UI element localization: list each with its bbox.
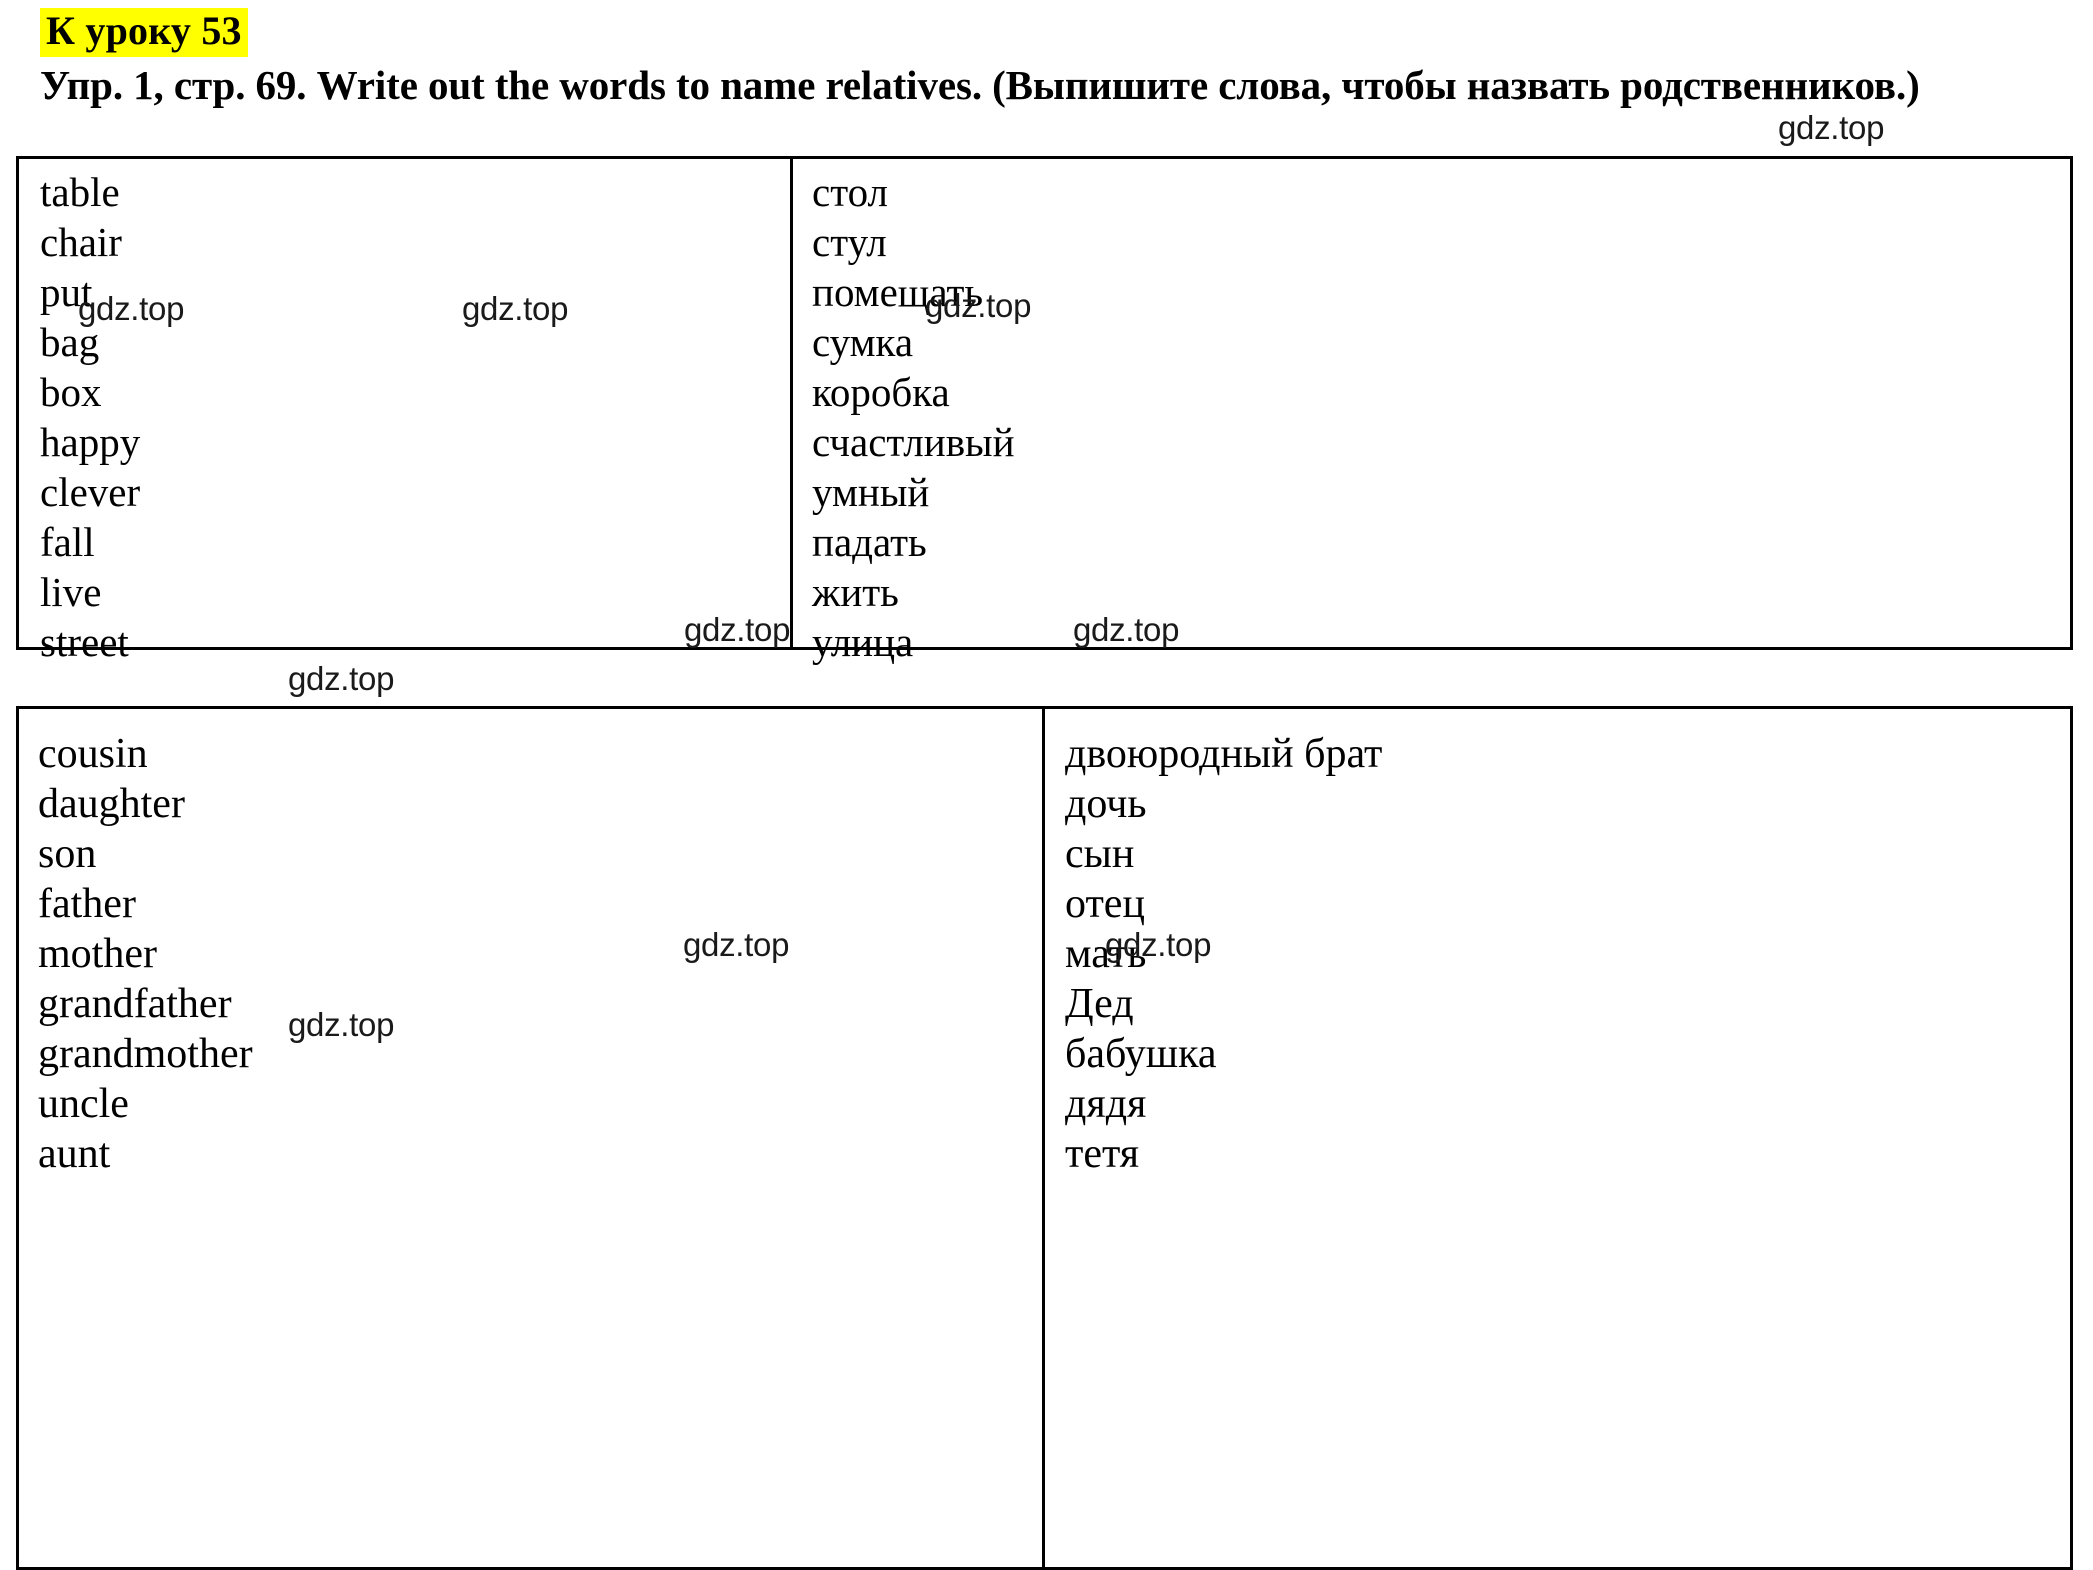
word-russian: стул — [812, 219, 887, 265]
watermark: gdz.top — [683, 926, 790, 963]
watermark: gdz.top — [1073, 611, 1180, 648]
word-english: uncle — [38, 1081, 129, 1127]
word-russian: дочь — [1065, 781, 1147, 827]
word-russian: улица — [812, 619, 914, 665]
word-russian: сумка — [812, 319, 914, 365]
word-english: happy — [40, 419, 141, 465]
word-russian: сын — [1065, 831, 1135, 877]
watermark: gdz.top — [288, 660, 395, 697]
word-english: cousin — [38, 731, 148, 777]
word-english: grandmother — [38, 1031, 253, 1077]
word-english: mother — [38, 931, 157, 977]
table-2-russian-column: двоюродный брат дочь сын отец мать Дед бабушка… — [1045, 709, 2070, 1567]
lesson-badge: К уроку 53 — [40, 8, 248, 57]
word-english: aunt — [38, 1131, 111, 1177]
page-title: Упр. 1, стр. 69. Write out the words to … — [40, 61, 1920, 108]
watermark: gdz.top — [288, 1006, 395, 1043]
watermark: gdz.top — [1105, 926, 1212, 963]
word-russian: падать — [812, 519, 927, 565]
word-english: grandfather — [38, 981, 232, 1027]
watermark: gdz.top — [1778, 109, 1885, 146]
word-russian: бабушка — [1065, 1031, 1217, 1077]
word-russian: жить — [812, 569, 899, 615]
word-english: father — [38, 881, 136, 927]
word-russian: умный — [812, 469, 930, 515]
word-english: fall — [40, 519, 95, 565]
word-english: chair — [40, 219, 122, 265]
word-english: live — [40, 569, 102, 615]
page-header: К уроку 53 Упр. 1, стр. 69. Write out th… — [40, 8, 2050, 110]
watermark: gdz.top — [78, 290, 185, 327]
word-russian: тетя — [1065, 1131, 1140, 1177]
word-russian: стол — [812, 169, 888, 215]
vocabulary-table-general: table chair put bag box happy clever fall live st… — [16, 156, 2073, 665]
word-english: daughter — [38, 781, 185, 827]
word-russian: коробка — [812, 369, 950, 415]
word-russian: Дед — [1065, 981, 1134, 1027]
vocabulary-table-relatives: cousin daughter son father mother grandfather… — [16, 706, 2073, 1570]
table-1-russian-column: стол стул помещать сумка коробка счастливый ум… — [793, 159, 2070, 665]
table-2-english-column: cousin daughter son father mother grandfather… — [19, 709, 1045, 1567]
watermark: gdz.top — [925, 287, 1032, 324]
word-russian: двоюродный брат — [1065, 731, 1383, 777]
word-russian: отец — [1065, 881, 1145, 927]
word-russian: мать — [1065, 931, 1147, 977]
word-russian: дядя — [1065, 1081, 1147, 1127]
watermark: gdz.top — [684, 611, 791, 648]
word-english: street — [40, 619, 129, 665]
table-1-english-column: table chair put bag box happy clever fall live st… — [19, 159, 793, 665]
word-english: clever — [40, 469, 141, 515]
word-english: box — [40, 369, 102, 415]
watermark: gdz.top — [462, 290, 569, 327]
word-english: son — [38, 831, 97, 877]
word-english: table — [40, 169, 120, 215]
word-russian: счастливый — [812, 419, 1015, 465]
